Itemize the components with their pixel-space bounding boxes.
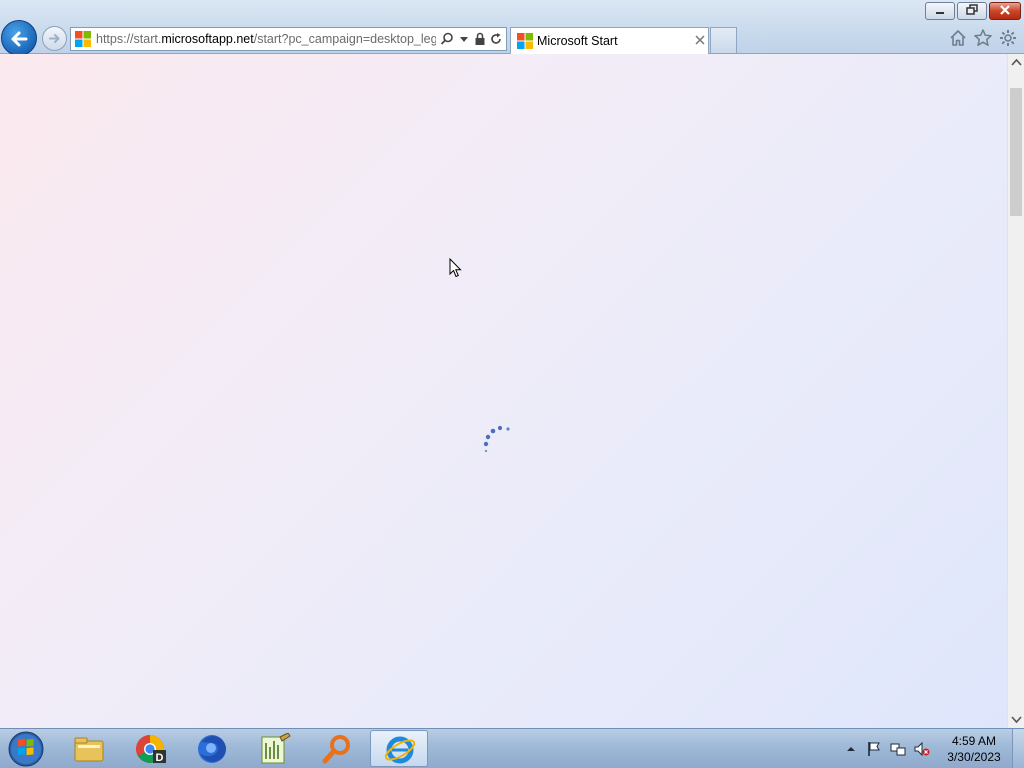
internet-explorer-icon [384,736,416,764]
notepad-icon [261,733,291,764]
taskbar-notepad[interactable] [246,730,304,767]
firefox-icon [198,735,226,763]
network-icon[interactable] [890,741,906,757]
refresh-icon[interactable] [489,32,503,46]
vertical-scrollbar[interactable] [1007,54,1024,728]
new-tab-button[interactable] [710,27,737,53]
close-icon [1000,5,1010,15]
clock-time: 4:59 AM [951,734,997,748]
dropdown-arrow-icon[interactable] [457,32,471,46]
taskbar-file-explorer[interactable] [60,730,118,767]
clock-date: 3/30/2023 [947,750,1001,764]
url-text[interactable]: https://start.microsoftapp.net/start?pc_… [96,32,436,46]
tab-microsoft-start[interactable]: Microsoft Start [510,27,709,54]
back-button[interactable] [1,20,37,56]
mouse-cursor-icon [449,258,462,278]
show-hidden-icons-arrow[interactable] [843,741,859,757]
forward-arrow-icon [49,34,60,43]
address-bar[interactable]: https://start.microsoftapp.net/start?pc_… [70,27,507,51]
taskbar-firefox[interactable] [184,730,242,767]
action-center-flag-icon[interactable] [866,741,882,757]
start-button[interactable] [4,730,46,768]
microsoft-logo-icon [517,33,533,49]
scroll-up-arrow-icon[interactable] [1009,54,1024,71]
microsoft-logo-icon [75,31,91,47]
forward-button[interactable] [42,26,67,51]
file-explorer-icon [74,737,104,762]
back-arrow-icon [11,31,28,47]
restore-button[interactable] [957,2,987,20]
favorites-star-icon[interactable] [973,28,993,48]
minimize-icon [936,12,944,14]
taskbar: D 4:59 AM 3/30/2023 [0,728,1024,768]
browser-toolbar: https://start.microsoftapp.net/start?pc_… [0,0,1024,56]
chrome-icon: D [136,735,166,764]
svg-text:D: D [156,752,164,764]
scroll-thumb[interactable] [1010,88,1022,216]
scroll-down-arrow-icon[interactable] [1009,711,1024,728]
tools-gear-icon[interactable] [998,28,1018,48]
show-desktop-button[interactable] [1012,729,1024,768]
search-icon[interactable] [440,32,454,46]
close-button[interactable] [989,2,1021,20]
page-content [0,54,1007,728]
taskbar-search[interactable] [308,730,366,767]
system-clock[interactable]: 4:59 AM 3/30/2023 [940,733,1008,765]
loading-spinner-icon [483,425,510,453]
url-host: microsoftapp.net [161,32,254,46]
tab-close-icon[interactable] [694,34,706,46]
url-suffix: /start?pc_campaign=desktop_lega [253,32,436,46]
minimize-button[interactable] [925,2,955,20]
restore-icon [966,4,978,15]
url-prefix: https://start. [96,32,162,46]
taskbar-internet-explorer[interactable] [370,730,428,767]
tab-title: Microsoft Start [537,34,618,48]
search-magnifier-icon [322,735,350,764]
lock-icon[interactable] [473,32,487,46]
volume-muted-icon[interactable] [914,741,930,757]
home-icon[interactable] [948,28,968,48]
taskbar-chrome[interactable]: D [122,730,180,767]
